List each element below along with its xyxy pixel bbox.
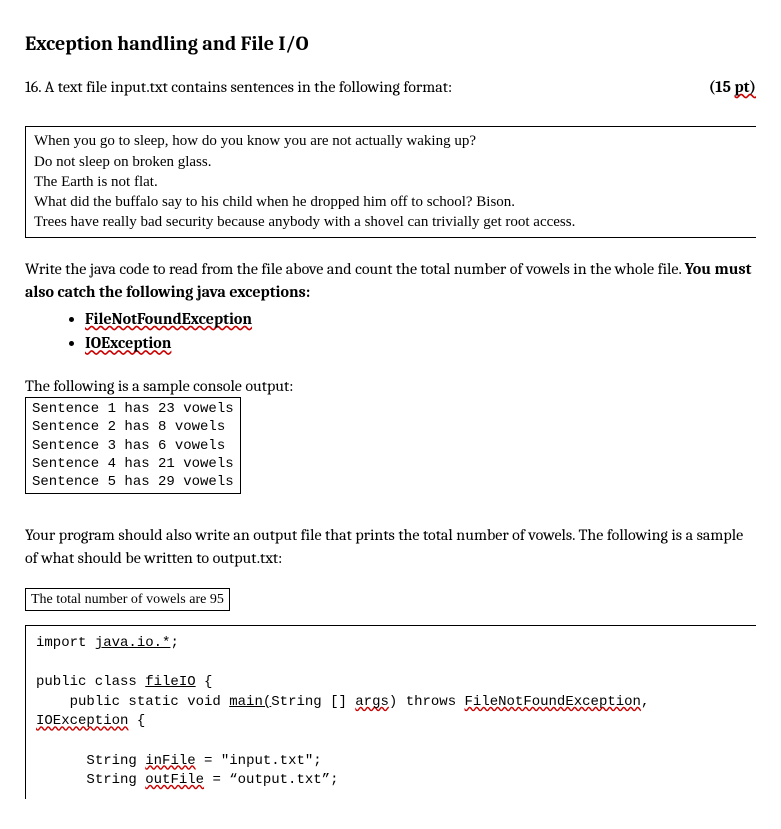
points-label: (15 pt) [709, 76, 756, 98]
output-instruction: Your program should also write an output… [25, 524, 756, 570]
output-file-box: The total number of vowels are 95 [25, 588, 230, 612]
code-ex1: FileNotFoundException [465, 694, 641, 710]
console-line: Sentence 1 has 23 vowels [32, 400, 234, 418]
code-main: main( [229, 694, 271, 710]
exception-list: FileNotFoundException IOException [85, 308, 756, 355]
sample-console-label: The following is a sample console output… [25, 375, 756, 397]
code-box: import java.io.*; public class fileIO { … [25, 625, 756, 799]
console-line: Sentence 5 has 29 vowels [32, 473, 234, 491]
instruction-text: Write the java code to read from the fil… [25, 258, 756, 304]
code-infile: inFile [145, 753, 195, 769]
code-outfile: outFile [145, 772, 204, 788]
console-line: Sentence 4 has 21 vowels [32, 455, 234, 473]
input-file-box: When you go to sleep, how do you know yo… [25, 126, 756, 237]
file-line: Trees have really bad security because a… [34, 212, 748, 232]
instruction-prefix: Write the java code to read from the fil… [25, 260, 685, 278]
file-line: What did the buffalo say to his child wh… [34, 192, 748, 212]
question-body: A text file input.txt contains sentences… [45, 78, 453, 96]
file-line: Do not sleep on broken glass. [34, 152, 748, 172]
question-line: 16. A text file input.txt contains sente… [25, 76, 756, 98]
code-args: args [355, 694, 389, 710]
code-import-pkg: java.io.* [95, 635, 171, 651]
points-suffix: pt) [734, 78, 756, 96]
exception-item: FileNotFoundException [85, 308, 756, 330]
console-line: Sentence 3 has 6 vowels [32, 437, 234, 455]
code-class-name: fileIO [145, 674, 195, 690]
exception-item: IOException [85, 332, 756, 354]
code-ex2: IOException [36, 713, 128, 729]
file-line: The Earth is not flat. [34, 172, 748, 192]
console-line: Sentence 2 has 8 vowels [32, 418, 234, 436]
question-number: 16. [25, 78, 41, 96]
console-output-box: Sentence 1 has 23 vowels Sentence 2 has … [25, 397, 241, 494]
file-line: When you go to sleep, how do you know yo… [34, 131, 748, 151]
page-title: Exception handling and File I/O [25, 30, 756, 58]
question-text: 16. A text file input.txt contains sente… [25, 76, 679, 98]
